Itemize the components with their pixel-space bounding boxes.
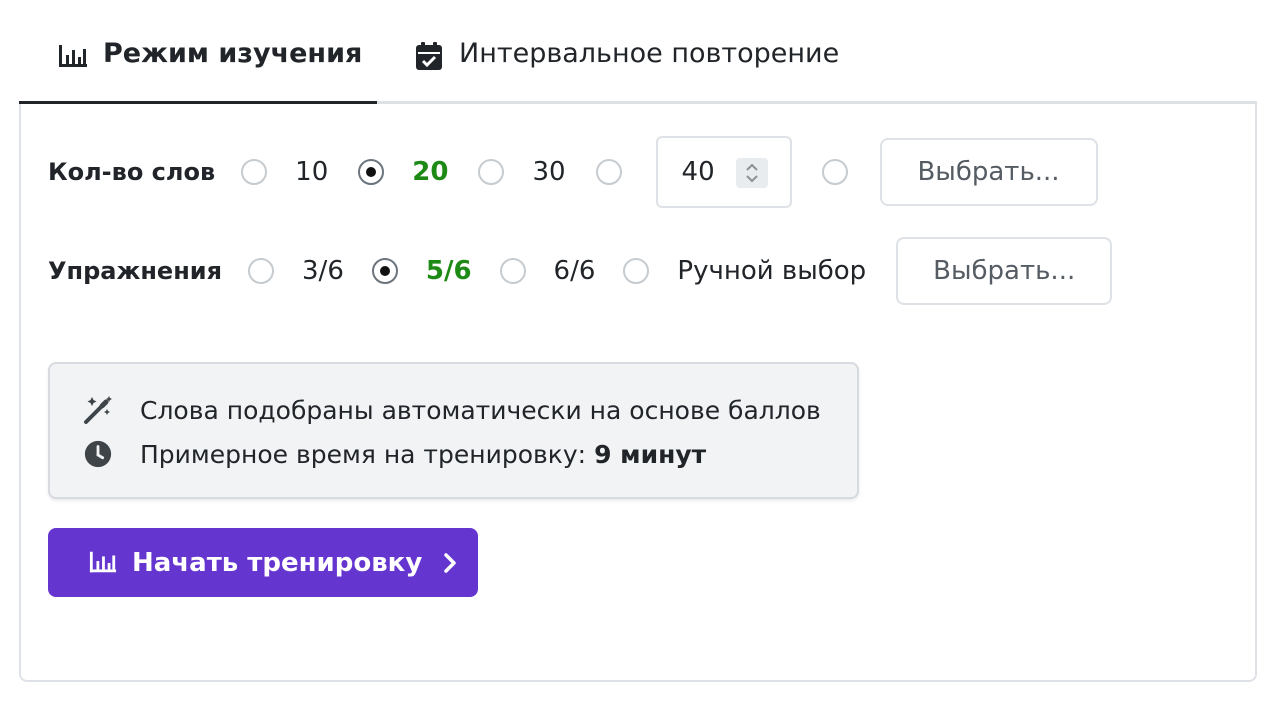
word-count-option-20: 20	[412, 157, 449, 187]
tab-bar: Режим изучения Интервальное повторение	[19, 0, 1257, 106]
start-training-label: Начать тренировку	[132, 547, 423, 578]
exercises-radio-3-6[interactable]	[248, 258, 275, 284]
word-count-radio-30[interactable]	[478, 159, 505, 185]
exercises-option-manual: Ручной выбор	[677, 256, 867, 286]
tab-spaced-repetition[interactable]: Интервальное повторение	[415, 38, 839, 104]
exercises-label: Упражнения	[48, 257, 223, 285]
magic-wand-icon	[82, 394, 114, 426]
exercises-option-6-6: 6/6	[553, 256, 596, 286]
word-count-label: Кол-во слов	[48, 158, 216, 186]
estimated-time-note: Примерное время на тренировку: 9 минут	[82, 438, 706, 470]
word-count-radio-choose[interactable]	[821, 159, 848, 185]
word-count-option-10: 10	[295, 157, 329, 187]
clock-icon	[82, 438, 114, 470]
exercises-radio-6-6[interactable]	[499, 258, 526, 284]
word-count-choose-button[interactable]: Выбрать...	[879, 138, 1098, 206]
exercises-radio-manual[interactable]	[623, 258, 650, 284]
estimated-time-label: Примерное время на тренировку:	[140, 439, 587, 469]
exercises-radio-5-6[interactable]	[371, 258, 398, 284]
auto-selection-text: Слова подобраны автоматически на основе …	[140, 395, 821, 425]
bar-chart-icon	[57, 41, 89, 71]
word-count-radio-custom[interactable]	[595, 159, 622, 185]
chevron-right-icon	[440, 549, 460, 577]
estimated-time-value: 9 минут	[594, 439, 707, 469]
exercises-row: Упражнения 3/6 5/6 6/6 Ручной выбор Выбр…	[48, 236, 1113, 306]
word-count-radio-20[interactable]	[358, 159, 385, 185]
calendar-check-icon	[415, 41, 445, 71]
tab-study-mode[interactable]: Режим изучения	[19, 38, 377, 104]
word-count-number-value: 40	[681, 157, 715, 187]
number-spinner-icon[interactable]	[735, 158, 768, 188]
exercises-option-5-6: 5/6	[425, 256, 472, 286]
start-training-button[interactable]: Начать тренировку	[48, 528, 478, 597]
tab-label: Режим изучения	[103, 38, 363, 69]
word-count-radio-10[interactable]	[241, 159, 268, 185]
auto-selection-note: Слова подобраны автоматически на основе …	[82, 394, 821, 426]
exercises-choose-button[interactable]: Выбрать...	[896, 237, 1113, 305]
word-count-number-input[interactable]: 40	[655, 136, 792, 208]
info-box: Слова подобраны автоматически на основе …	[48, 362, 859, 499]
word-count-row: Кол-во слов 10 20 30 40 Выбрать...	[48, 136, 1098, 208]
word-count-option-30: 30	[532, 157, 566, 187]
bar-chart-icon	[88, 548, 118, 578]
tab-label: Интервальное повторение	[459, 38, 840, 69]
exercises-option-3-6: 3/6	[302, 256, 344, 286]
